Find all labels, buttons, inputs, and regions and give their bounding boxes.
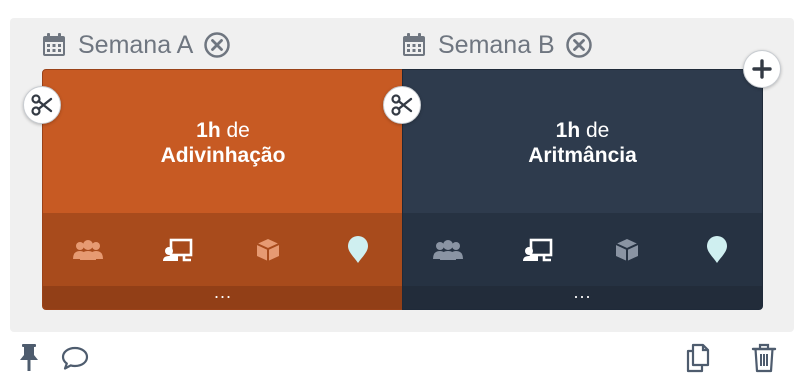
duplicate-icon <box>684 343 712 373</box>
split-button[interactable] <box>383 86 421 124</box>
comment-icon <box>60 345 90 371</box>
close-circle-icon[interactable] <box>565 31 593 59</box>
group-icon[interactable] <box>403 239 493 261</box>
calendar-icon <box>400 31 428 59</box>
close-circle-icon[interactable] <box>203 31 231 59</box>
lesson-connector: de <box>586 119 610 142</box>
lesson-subject: Adivinhação <box>160 144 286 167</box>
pin-button[interactable] <box>14 340 44 376</box>
lesson-icon-row <box>403 213 762 286</box>
plus-icon <box>751 58 773 80</box>
week-b-label: Semana B <box>438 30 555 59</box>
lesson-more-a[interactable]: ... <box>43 283 403 309</box>
week-a-header: Semana A <box>40 26 231 64</box>
lesson-connector: de <box>226 119 250 142</box>
location-pin-icon[interactable] <box>313 235 403 264</box>
lesson-hours: 1h <box>555 119 581 142</box>
lesson-card-b[interactable]: 1h de Aritmância ... <box>402 69 763 310</box>
split-button[interactable] <box>23 86 61 124</box>
scissors-icon <box>391 94 413 116</box>
box-icon[interactable] <box>223 237 313 263</box>
box-icon[interactable] <box>583 237 673 263</box>
lesson-subject: Aritmância <box>528 144 637 167</box>
lesson-title-a: 1h de Adivinhação <box>43 118 403 168</box>
delete-button[interactable] <box>749 340 779 376</box>
duplicate-button[interactable] <box>683 340 713 376</box>
comment-button[interactable] <box>60 340 90 376</box>
lesson-card-a[interactable]: 1h de Adivinhação ... <box>42 69 404 310</box>
week-a-label: Semana A <box>78 30 194 59</box>
week-b-header: Semana B <box>400 26 593 64</box>
teacher-board-icon[interactable] <box>493 238 583 262</box>
lesson-more-b[interactable]: ... <box>403 283 762 309</box>
calendar-icon <box>40 31 68 59</box>
pin-icon <box>17 343 41 373</box>
scissors-icon <box>31 94 53 116</box>
trash-icon <box>751 343 777 373</box>
group-icon[interactable] <box>43 239 133 261</box>
location-pin-icon[interactable] <box>672 235 762 264</box>
lesson-icon-row <box>43 213 403 286</box>
teacher-board-icon[interactable] <box>133 238 223 262</box>
add-week-button[interactable] <box>743 50 781 88</box>
lesson-hours: 1h <box>196 119 221 142</box>
lesson-title-b: 1h de Aritmância <box>403 118 762 168</box>
